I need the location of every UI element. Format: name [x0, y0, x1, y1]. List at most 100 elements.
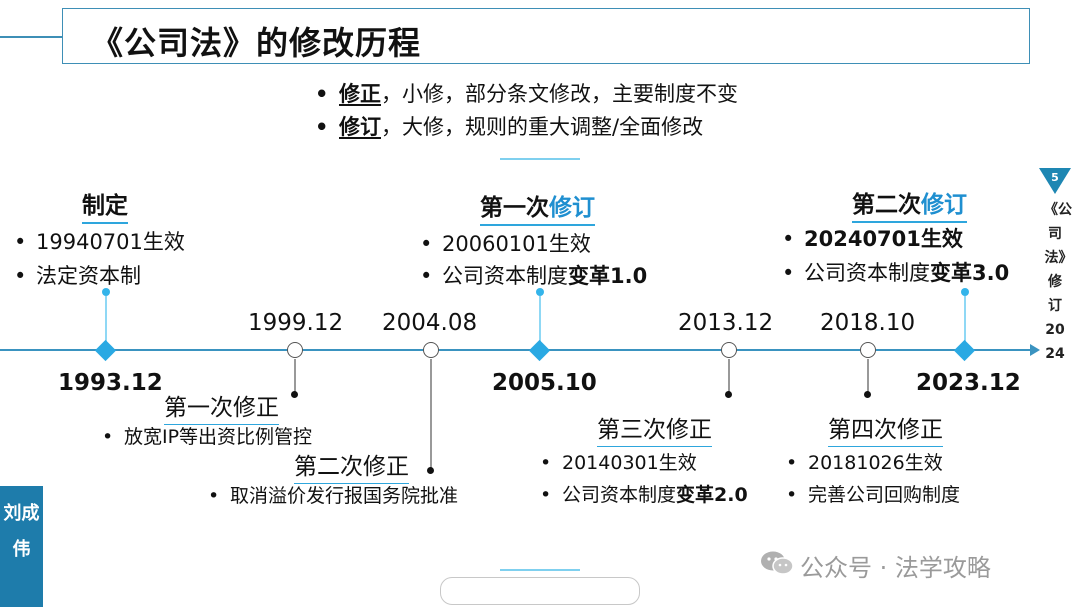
bullet-icon: • [540, 484, 552, 506]
circle-marker-1999 [287, 342, 303, 358]
marker-dot [864, 391, 871, 398]
bullet-icon: • [786, 452, 798, 474]
marker-stem [105, 296, 107, 346]
marker-dot [291, 391, 298, 398]
bullet-icon: • [782, 227, 795, 251]
circle-marker-2013 [721, 342, 737, 358]
event-item-text: 公司资本制度 [804, 261, 930, 285]
event-heading-2018: 第四次修正 [828, 410, 943, 447]
bullet-icon: • [786, 484, 798, 506]
divider-line [500, 158, 580, 160]
marker-dot [427, 467, 434, 474]
marker-stem [294, 359, 296, 394]
marker-stem [430, 359, 432, 469]
event-item-text: 取消溢价发行报国务院批准 [230, 485, 459, 507]
event-item: • 完善公司回购制度 [786, 480, 960, 507]
bottom-pill-decoration [440, 577, 640, 605]
marker-dot [536, 288, 544, 296]
event-item-text: 20140301生效 [562, 452, 697, 474]
bullet-icon: • [540, 452, 552, 474]
event-item-text: 法定资本制 [36, 264, 141, 288]
event-item: • 20240701生效 [782, 223, 963, 253]
page-title: 《公司法》的修改历程 [91, 24, 422, 62]
marker-dot [961, 288, 969, 296]
event-item: • 19940701生效 [14, 226, 185, 256]
bullet-icon: • [315, 82, 329, 106]
event-heading-2023: 第二次修订 [852, 185, 967, 223]
year-2013: 2013.12 [678, 310, 774, 336]
event-heading-1999: 第一次修正 [164, 388, 279, 425]
watermark-text: 公众号 · 法学攻略 [800, 554, 991, 582]
heading-text: 第二次 [852, 192, 921, 218]
event-item: • 公司资本制度变革1.0 [420, 260, 647, 290]
year-2005: 2005.10 [492, 370, 597, 396]
arrow-right-icon [1030, 344, 1040, 356]
event-heading-2013: 第三次修正 [597, 410, 712, 447]
marker-dot [102, 288, 110, 296]
event-item-bold-text: 变革1.0 [568, 264, 648, 288]
event-item-text: 公司资本制度 [442, 264, 568, 288]
marker-stem [867, 359, 869, 394]
event-item: • 放宽IP等出资比例管控 [102, 422, 312, 449]
diamond-marker-2023 [953, 339, 976, 362]
event-item: • 20140301生效 [540, 448, 697, 475]
event-item-text: 20181026生效 [808, 452, 943, 474]
event-item: • 20060101生效 [420, 228, 591, 258]
event-item-text: 19940701生效 [36, 230, 185, 254]
event-item: • 20181026生效 [786, 448, 943, 475]
heading-accent-text: 修订 [921, 192, 967, 218]
definition-term: 修订 [339, 115, 381, 139]
circle-marker-2018 [860, 342, 876, 358]
timeline-axis [0, 349, 1032, 351]
side-caption: 《公司法》修订2024 [1044, 202, 1072, 362]
definition-text: ，大修，规则的重大调整/全面修改 [381, 115, 704, 139]
page-number: 5 [1051, 171, 1059, 184]
marker-stem [964, 296, 966, 346]
heading-text: 第一次 [480, 195, 549, 221]
year-1999: 1999.12 [248, 310, 344, 336]
event-item-text: 完善公司回购制度 [808, 484, 961, 506]
definition-xiuding: • 修订，大修，规则的重大调整/全面修改 [315, 111, 738, 144]
author-name: 刘成伟 [3, 503, 40, 560]
title-connector-line [0, 36, 62, 38]
definitions-list: • 修正，小修，部分条文修改，主要制度不变 • 修订，大修，规则的重大调整/全面修改 [315, 78, 738, 144]
bullet-icon: • [420, 232, 433, 256]
definition-term: 修正 [339, 82, 381, 106]
year-1993: 1993.12 [58, 370, 163, 396]
event-item: • 公司资本制度变革3.0 [782, 257, 1009, 287]
definition-xiuzheng: • 修正，小修，部分条文修改，主要制度不变 [315, 78, 738, 111]
event-item: • 法定资本制 [14, 260, 141, 290]
year-2004: 2004.08 [382, 310, 478, 336]
event-item: • 取消溢价发行报国务院批准 [208, 481, 458, 508]
year-2023: 2023.12 [916, 370, 1021, 396]
bullet-icon: • [420, 264, 433, 288]
marker-stem [728, 359, 730, 394]
event-item-text: 放宽IP等出资比例管控 [124, 426, 313, 448]
event-heading-2005: 第一次修订 [480, 188, 595, 226]
bullet-icon: • [14, 230, 27, 254]
title-box: 《公司法》的修改历程 [62, 8, 1030, 64]
marker-dot [725, 391, 732, 398]
heading-accent-text: 修订 [549, 195, 595, 221]
event-item-text: 20060101生效 [442, 232, 591, 256]
bullet-icon: • [14, 264, 27, 288]
marker-stem [539, 296, 541, 346]
wechat-icon [761, 551, 794, 575]
event-item-bold-text: 变革2.0 [676, 484, 748, 506]
bullet-icon: • [102, 426, 114, 448]
circle-marker-2004 [423, 342, 439, 358]
bullet-icon: • [208, 485, 220, 507]
event-heading-1993: 制定 [82, 186, 128, 224]
divider-line [500, 569, 580, 571]
event-item-text: 公司资本制度 [562, 484, 677, 506]
definition-text: ，小修，部分条文修改，主要制度不变 [381, 82, 738, 106]
bullet-icon: • [782, 261, 795, 285]
diamond-marker-1993 [94, 339, 117, 362]
year-2018: 2018.10 [820, 310, 916, 336]
event-heading-2004: 第二次修正 [294, 447, 409, 484]
event-item-text: 20240701生效 [804, 227, 963, 251]
diamond-marker-2005 [528, 339, 551, 362]
bullet-icon: • [315, 115, 329, 139]
event-item: • 公司资本制度变革2.0 [540, 480, 748, 507]
event-item-bold-text: 变革3.0 [930, 261, 1010, 285]
